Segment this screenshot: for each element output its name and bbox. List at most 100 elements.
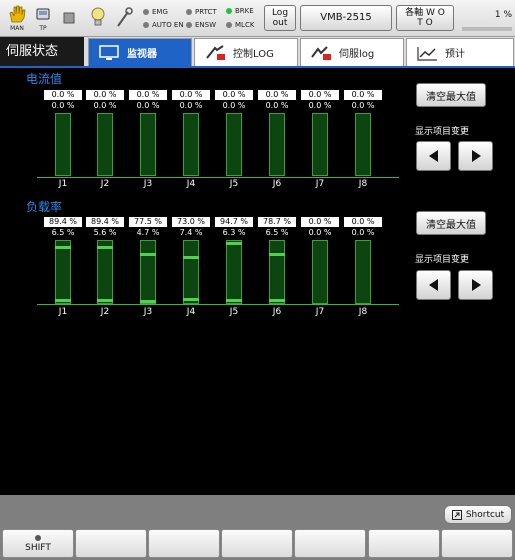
current-bar-j3: [140, 113, 156, 176]
current-bar-j5: [226, 113, 242, 176]
load-baseline: [37, 304, 399, 305]
current-current-value: 0.0 %: [51, 101, 75, 110]
auto-en-dot: [143, 22, 149, 28]
load-clear-max-button[interactable]: 清空最大值: [416, 211, 486, 235]
current-joint-label: J4: [186, 179, 196, 189]
triangle-right-icon: [471, 279, 481, 291]
function-key-4[interactable]: [221, 529, 293, 558]
tab-bar: 伺服状态 监视器 控制LOG 伺服log 预计: [0, 37, 515, 68]
shift-label: SHIFT: [25, 543, 51, 553]
load-current-marker: [183, 298, 199, 301]
ensw-label: ENSW: [195, 21, 217, 29]
load-joint-label: J5: [229, 307, 239, 317]
load-max-marker: [55, 246, 71, 249]
current-joint-label: J8: [358, 179, 368, 189]
current-current-value: 0.0 %: [308, 101, 332, 110]
brke-dot: [226, 8, 232, 14]
load-current-value: 7.4 %: [179, 228, 203, 237]
logout-button[interactable]: Log out: [264, 5, 296, 31]
tab-forecast[interactable]: 预计: [406, 38, 514, 66]
prtct-label: PRTCT: [195, 8, 217, 16]
teach-pendant-icon[interactable]: TP: [32, 4, 54, 32]
current-current-value: 0.0 %: [136, 101, 160, 110]
load-bar-j8: [355, 240, 371, 304]
tab-control-log[interactable]: 控制LOG: [194, 38, 298, 66]
tab-monitor[interactable]: 监视器: [88, 38, 192, 66]
wrench-icon[interactable]: [114, 4, 136, 32]
load-joint-label: J7: [315, 307, 325, 317]
tab-monitor-label: 监视器: [127, 49, 157, 60]
load-current-value: 6.5 %: [265, 228, 289, 237]
load-bar-j2: [97, 240, 113, 304]
load-joint-label: J2: [100, 307, 110, 317]
current-section-title: 电流值: [26, 72, 63, 86]
robot-model-button[interactable]: VMB-2515: [300, 5, 392, 31]
current-joint-label: J7: [315, 179, 325, 189]
triangle-right-icon: [471, 150, 481, 162]
load-max-marker: [269, 253, 285, 256]
current-max-value: 0.0 %: [44, 90, 82, 100]
current-joint-label: J5: [229, 179, 239, 189]
shortcut-button[interactable]: Shortcut: [444, 505, 512, 524]
function-key-2[interactable]: [75, 529, 147, 558]
current-joint-label: J2: [100, 179, 110, 189]
top-status-bar: MAN TP EMG AUTO EN PRTCT ENSW BRKE MLCK …: [0, 0, 515, 37]
current-prev-button[interactable]: [416, 141, 451, 171]
current-bar-j7: [312, 113, 328, 176]
current-baseline: [37, 177, 399, 178]
current-joint-label: J6: [272, 179, 282, 189]
indicator-emg: EMG: [143, 8, 168, 16]
brke-label: BRKE: [235, 7, 254, 15]
current-bar-j6: [269, 113, 285, 176]
load-current-value: 6.3 %: [222, 228, 246, 237]
function-key-6[interactable]: [368, 529, 440, 558]
load-switch-label: 显示项目变更: [415, 255, 470, 265]
load-max-value: 89.4 %: [86, 217, 124, 227]
load-current-value: 0.0 %: [351, 228, 375, 237]
current-current-value: 0.0 %: [265, 101, 289, 110]
function-key-5[interactable]: [294, 529, 366, 558]
current-current-value: 0.0 %: [222, 101, 246, 110]
load-section-title: 负载率: [26, 200, 63, 214]
load-joint-label: J6: [272, 307, 282, 317]
tab-servo-log-label: 伺服log: [339, 49, 375, 60]
axis-mode-button[interactable]: 各軸 W O T O: [396, 5, 454, 31]
man-caption: MAN: [10, 25, 24, 32]
shortcut-icon: [451, 509, 462, 520]
load-current-value: 6.5 %: [51, 228, 75, 237]
prtct-dot: [186, 9, 192, 15]
current-clear-max-button[interactable]: 清空最大值: [416, 83, 486, 107]
tab-control-log-label: 控制LOG: [233, 49, 274, 60]
load-next-button[interactable]: [458, 270, 493, 300]
load-bar-j4: [183, 240, 199, 304]
lightbulb-icon[interactable]: [87, 4, 109, 32]
tab-servo-log[interactable]: 伺服log: [300, 38, 404, 66]
load-current-value: 0.0 %: [308, 228, 332, 237]
stop-square-icon[interactable]: [58, 4, 80, 32]
ensw-dot: [186, 22, 192, 28]
load-joint-label: J4: [186, 307, 196, 317]
current-joint-label: J1: [58, 179, 68, 189]
load-max-marker: [183, 256, 199, 259]
current-max-value: 0.0 %: [301, 90, 339, 100]
load-current-marker: [97, 299, 113, 302]
speed-percent: 1 %: [494, 10, 512, 20]
man-hand-icon[interactable]: MAN: [6, 4, 28, 32]
emg-dot: [143, 9, 149, 15]
load-bar-j6: [269, 240, 285, 304]
load-prev-button[interactable]: [416, 270, 451, 300]
current-next-button[interactable]: [458, 141, 493, 171]
load-max-value: 78.7 %: [258, 217, 296, 227]
indicator-ensw: ENSW: [186, 21, 216, 29]
shift-indicator-dot: [35, 535, 41, 541]
function-key-1[interactable]: SHIFT: [2, 529, 74, 558]
current-max-value: 0.0 %: [129, 90, 167, 100]
emg-label: EMG: [152, 8, 168, 16]
load-current-marker: [55, 299, 71, 302]
function-key-3[interactable]: [148, 529, 220, 558]
load-max-value: 0.0 %: [301, 217, 339, 227]
indicator-auto-en: AUTO EN: [143, 21, 184, 29]
function-key-7[interactable]: [441, 529, 513, 558]
current-current-value: 0.0 %: [351, 101, 375, 110]
load-current-marker: [269, 299, 285, 302]
